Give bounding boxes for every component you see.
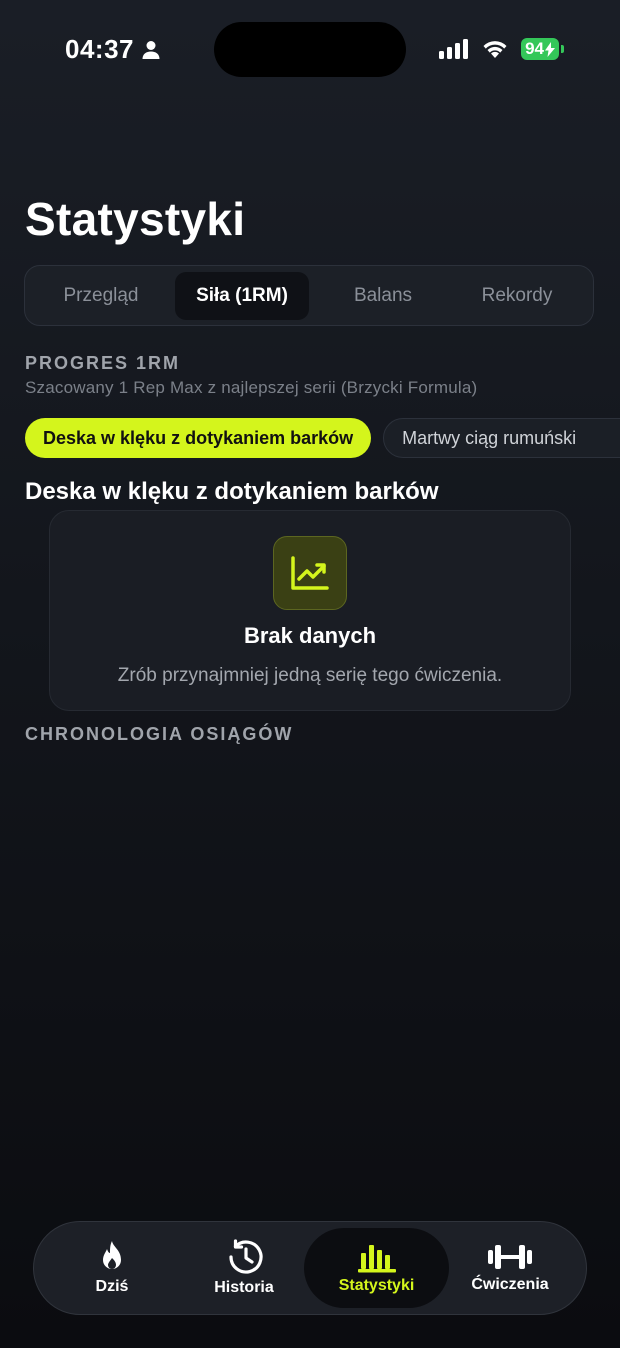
trend-chart-icon	[273, 536, 347, 610]
tab-rekordy[interactable]: Rekordy	[450, 272, 584, 320]
tab-przeglad[interactable]: Przegląd	[34, 272, 168, 320]
nav-item-dzis[interactable]: Dziś	[46, 1228, 178, 1308]
timeline-heading: CHRONOLOGIA OSIĄGÓW	[25, 724, 294, 744]
exercise-title: Deska w klęku z dotykaniem barków	[25, 478, 439, 505]
nav-item-historia[interactable]: Historia	[178, 1228, 310, 1308]
battery-indicator: 94	[521, 38, 559, 60]
bottom-nav: Dziś Historia Statystyki Ćwiczenia	[33, 1221, 587, 1315]
progress-subtitle: Szacowany 1 Rep Max z najlepszej serii (…	[25, 378, 478, 397]
charging-bolt-icon	[545, 41, 555, 57]
exercise-chip-selected[interactable]: Deska w klęku z dotykaniem barków	[25, 418, 372, 458]
battery-cap	[561, 45, 564, 53]
empty-state-title: Brak danych	[243, 623, 377, 648]
empty-state-description: Zrób przynajmniej jedną serię tego ćwicz…	[117, 665, 503, 686]
clock: 04:37	[65, 34, 134, 64]
bar-chart-icon	[357, 1245, 396, 1273]
exercise-chips: Deska w klęku z dotykaniem barków Martwy…	[25, 418, 620, 458]
tab-sila-1rm[interactable]: Siła (1RM)	[175, 271, 309, 320]
signal-icon	[439, 39, 469, 59]
nav-label: Ćwiczenia	[471, 1276, 549, 1293]
nav-label: Dziś	[95, 1278, 129, 1295]
status-indicators: 94	[439, 38, 564, 60]
empty-state-card: Brak danych Zrób przynajmniej jedną seri…	[49, 510, 571, 711]
nav-item-statystyki[interactable]: Statystyki	[304, 1228, 449, 1308]
page-title: Statystyki	[25, 193, 246, 245]
nav-label: Historia	[214, 1279, 274, 1296]
flame-icon	[103, 1241, 121, 1269]
progress-heading: PROGRES 1RM	[25, 353, 181, 373]
person-icon	[142, 40, 160, 59]
dynamic-island	[214, 22, 406, 77]
battery-level: 94	[525, 39, 544, 58]
stats-tabs: Przegląd Siła (1RM) Balans Rekordy	[24, 265, 594, 326]
nav-label: Statystyki	[338, 1277, 415, 1294]
history-icon	[229, 1239, 263, 1274]
nav-item-cwiczenia[interactable]: Ćwiczenia	[444, 1228, 576, 1308]
status-time: 04:37	[65, 34, 160, 65]
dumbbell-icon	[488, 1245, 532, 1269]
wifi-icon	[483, 41, 507, 58]
tab-balans[interactable]: Balans	[316, 272, 450, 320]
exercise-chip[interactable]: Martwy ciąg rumuński	[383, 418, 620, 458]
